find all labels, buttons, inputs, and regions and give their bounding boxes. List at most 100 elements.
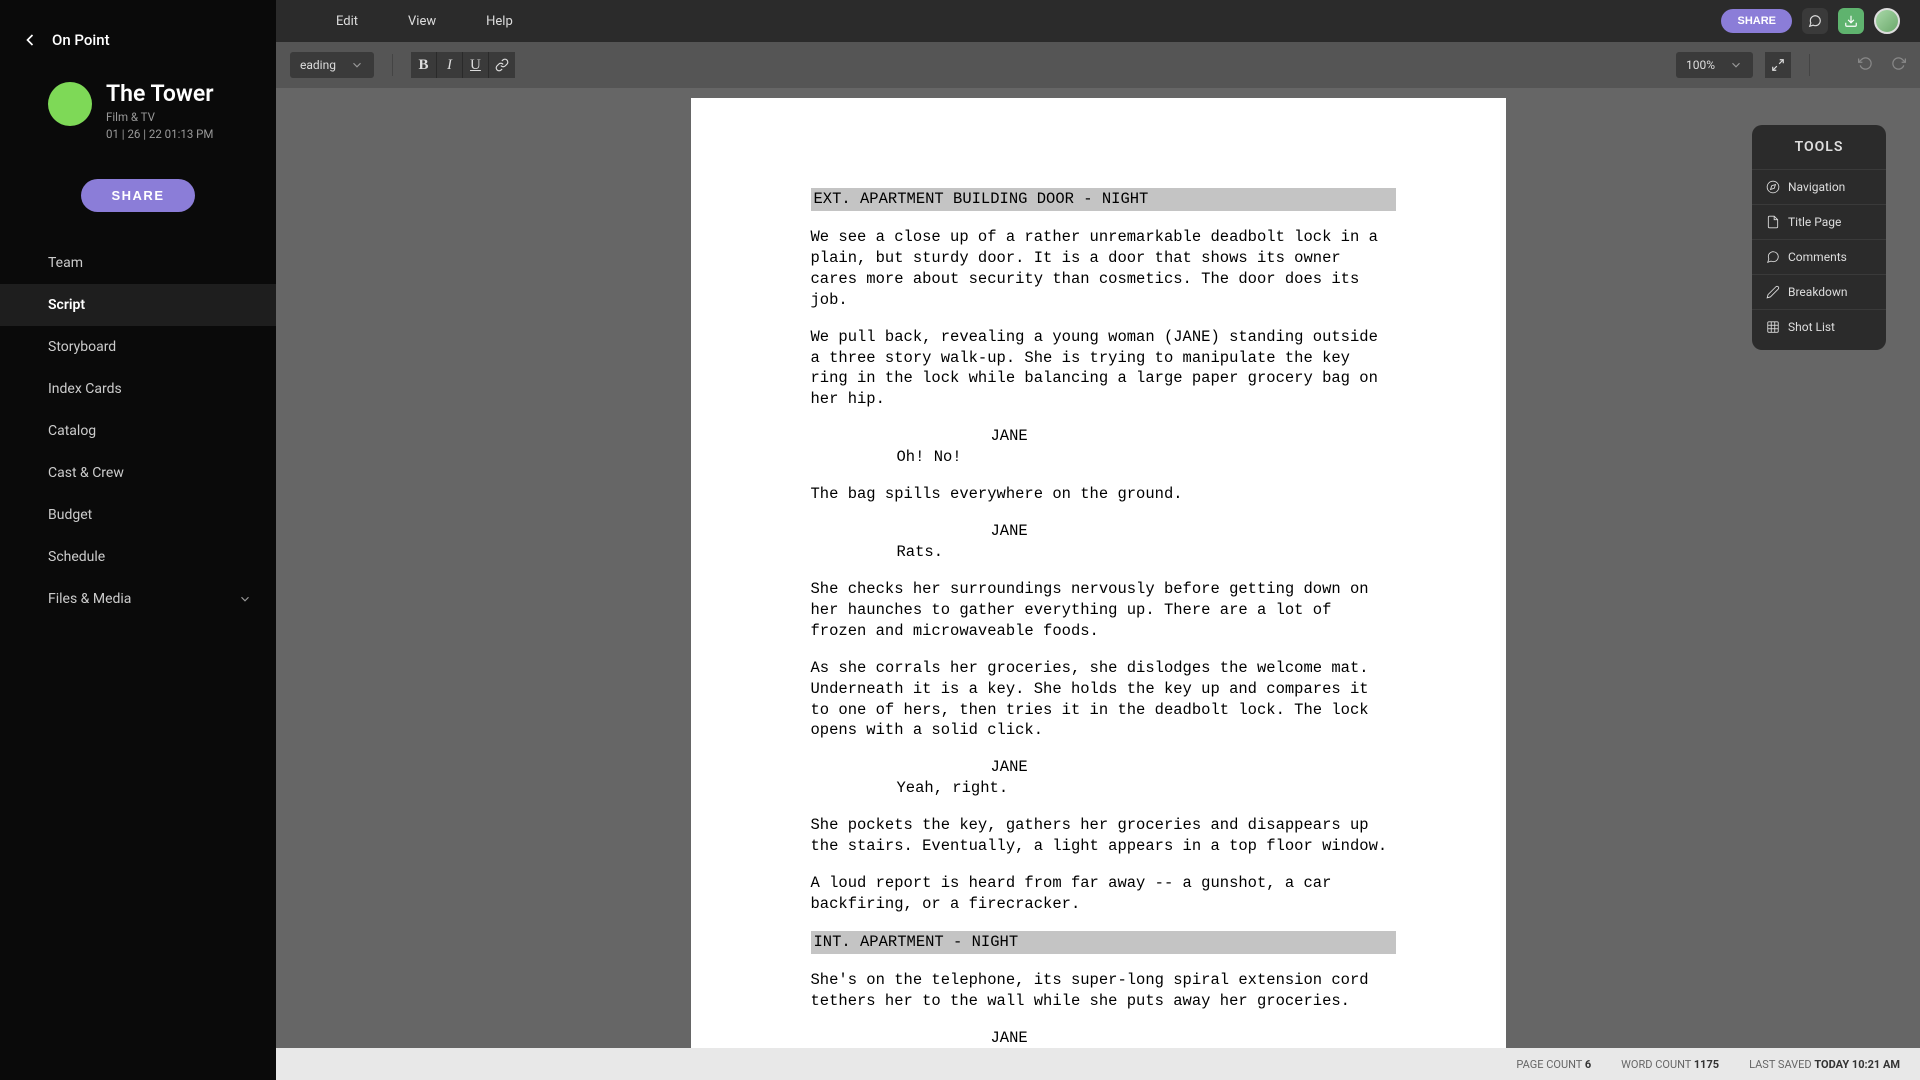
sidebar-item-script[interactable]: Script xyxy=(0,284,276,326)
link-button[interactable] xyxy=(489,52,515,78)
underline-button[interactable]: U xyxy=(463,52,489,78)
chevron-down-icon xyxy=(350,58,364,72)
divider xyxy=(392,54,393,76)
action-paragraph[interactable]: As she corrals her groceries, she dislod… xyxy=(811,658,1396,742)
tool-label: Title Page xyxy=(1788,215,1841,229)
sidebar-item-catalog[interactable]: Catalog xyxy=(0,410,276,452)
zoom-control: 100% xyxy=(1676,52,1791,78)
divider xyxy=(1809,54,1810,76)
zoom-selector[interactable]: 100% xyxy=(1676,52,1753,78)
action-paragraph[interactable]: She checks her surroundings nervously be… xyxy=(811,579,1396,642)
project-info: The Tower Film & TV 01 | 26 | 22 01:13 P… xyxy=(0,70,276,164)
tool-comments[interactable]: Comments xyxy=(1752,239,1886,274)
bold-button[interactable]: B xyxy=(411,52,437,78)
undo-button[interactable] xyxy=(1858,56,1873,74)
dialogue[interactable]: Oh! No! xyxy=(897,447,1257,468)
dialogue[interactable]: Yeah, right. xyxy=(897,778,1257,799)
tool-shot-list[interactable]: Shot List xyxy=(1752,309,1886,344)
status-label: WORD COUNT xyxy=(1621,1058,1691,1071)
compass-icon xyxy=(1766,180,1780,194)
dialogue[interactable]: Rats. xyxy=(897,542,1257,563)
character-cue[interactable]: JANE xyxy=(991,521,1416,542)
tool-label: Breakdown xyxy=(1788,285,1848,299)
character-cue[interactable]: JANE xyxy=(991,1028,1416,1048)
nav-label: Team xyxy=(48,255,83,271)
sidebar-item-schedule[interactable]: Schedule xyxy=(0,536,276,578)
frame-icon xyxy=(1766,320,1780,334)
chevron-down-icon xyxy=(238,592,252,606)
project-text: The Tower Film & TV 01 | 26 | 22 01:13 P… xyxy=(106,80,214,144)
format-selector-label: eading xyxy=(300,58,336,72)
sidebar: On Point The Tower Film & TV 01 | 26 | 2… xyxy=(0,0,276,1080)
nav-label: Script xyxy=(48,297,85,313)
nav-label: Index Cards xyxy=(48,381,122,397)
action-paragraph[interactable]: The bag spills everywhere on the ground. xyxy=(811,484,1396,505)
share-button[interactable]: SHARE xyxy=(1721,9,1792,33)
italic-button[interactable]: I xyxy=(437,52,463,78)
sidebar-item-files-media[interactable]: Files & Media xyxy=(0,578,276,620)
action-paragraph[interactable]: She's on the telephone, its super-long s… xyxy=(811,970,1396,1012)
nav-label: Storyboard xyxy=(48,339,116,355)
character-cue[interactable]: JANE xyxy=(991,757,1416,778)
word-count: WORD COUNT 1175 xyxy=(1621,1058,1719,1071)
format-selector[interactable]: eading xyxy=(290,52,374,78)
character-cue[interactable]: JANE xyxy=(991,426,1416,447)
menubar: Edit View Help SHARE xyxy=(276,0,1920,42)
menubar-right: SHARE xyxy=(1721,8,1900,34)
status-label: LAST SAVED xyxy=(1749,1058,1812,1071)
menu-help[interactable]: Help xyxy=(486,14,513,29)
menu-edit[interactable]: Edit xyxy=(336,14,358,29)
action-paragraph[interactable]: She pockets the key, gathers her groceri… xyxy=(811,815,1396,857)
status-value: 6 xyxy=(1585,1058,1591,1071)
tool-label: Navigation xyxy=(1788,180,1845,194)
tool-navigation[interactable]: Navigation xyxy=(1752,169,1886,204)
history-buttons xyxy=(1858,56,1906,74)
nav-label: Cast & Crew xyxy=(48,465,124,481)
canvas[interactable]: EXT. APARTMENT BUILDING DOOR - NIGHT We … xyxy=(276,88,1920,1048)
script-page[interactable]: EXT. APARTMENT BUILDING DOOR - NIGHT We … xyxy=(691,98,1506,1048)
tool-label: Comments xyxy=(1788,250,1847,264)
sidebar-item-cast-crew[interactable]: Cast & Crew xyxy=(0,452,276,494)
tool-breakdown[interactable]: Breakdown xyxy=(1752,274,1886,309)
scene-heading[interactable]: INT. APARTMENT - NIGHT xyxy=(811,931,1396,954)
comment-icon xyxy=(1766,250,1780,264)
comment-button[interactable] xyxy=(1802,8,1828,34)
status-value: TODAY 10:21 AM xyxy=(1814,1058,1900,1071)
nav-label: Files & Media xyxy=(48,591,131,607)
app-name: On Point xyxy=(52,31,110,49)
menu-items: Edit View Help xyxy=(336,14,513,29)
scene-heading[interactable]: EXT. APARTMENT BUILDING DOOR - NIGHT xyxy=(811,188,1396,211)
fullscreen-button[interactable] xyxy=(1765,52,1791,78)
status-value: 1175 xyxy=(1694,1058,1719,1071)
tools-title: TOOLS xyxy=(1752,139,1886,155)
sidebar-item-budget[interactable]: Budget xyxy=(0,494,276,536)
last-saved: LAST SAVED TODAY 10:21 AM xyxy=(1749,1058,1900,1071)
back-icon[interactable] xyxy=(20,30,40,50)
redo-button[interactable] xyxy=(1891,56,1906,74)
action-paragraph[interactable]: We pull back, revealing a young woman (J… xyxy=(811,327,1396,411)
download-button[interactable] xyxy=(1838,8,1864,34)
sidebar-header: On Point xyxy=(0,0,276,70)
nav-label: Catalog xyxy=(48,423,96,439)
tool-label: Shot List xyxy=(1788,320,1835,334)
sidebar-item-storyboard[interactable]: Storyboard xyxy=(0,326,276,368)
page-icon xyxy=(1766,215,1780,229)
sidebar-item-team[interactable]: Team xyxy=(0,242,276,284)
page-count: PAGE COUNT 6 xyxy=(1516,1058,1591,1071)
tool-title-page[interactable]: Title Page xyxy=(1752,204,1886,239)
pencil-icon xyxy=(1766,285,1780,299)
project-datestamp: 01 | 26 | 22 01:13 PM xyxy=(106,126,214,143)
format-buttons: B I U xyxy=(411,52,515,78)
action-paragraph[interactable]: A loud report is heard from far away -- … xyxy=(811,873,1396,915)
sidebar-share-button[interactable]: SHARE xyxy=(81,179,194,212)
project-title: The Tower xyxy=(106,80,214,107)
avatar[interactable] xyxy=(1874,8,1900,34)
menu-view[interactable]: View xyxy=(408,14,436,29)
nav-label: Schedule xyxy=(48,549,105,565)
toolbar: eading B I U 100% xyxy=(276,42,1920,88)
project-category: Film & TV xyxy=(106,109,214,126)
statusbar: PAGE COUNT 6 WORD COUNT 1175 LAST SAVED … xyxy=(276,1048,1920,1080)
nav-label: Budget xyxy=(48,507,92,523)
action-paragraph[interactable]: We see a close up of a rather unremarkab… xyxy=(811,227,1396,311)
sidebar-item-index-cards[interactable]: Index Cards xyxy=(0,368,276,410)
